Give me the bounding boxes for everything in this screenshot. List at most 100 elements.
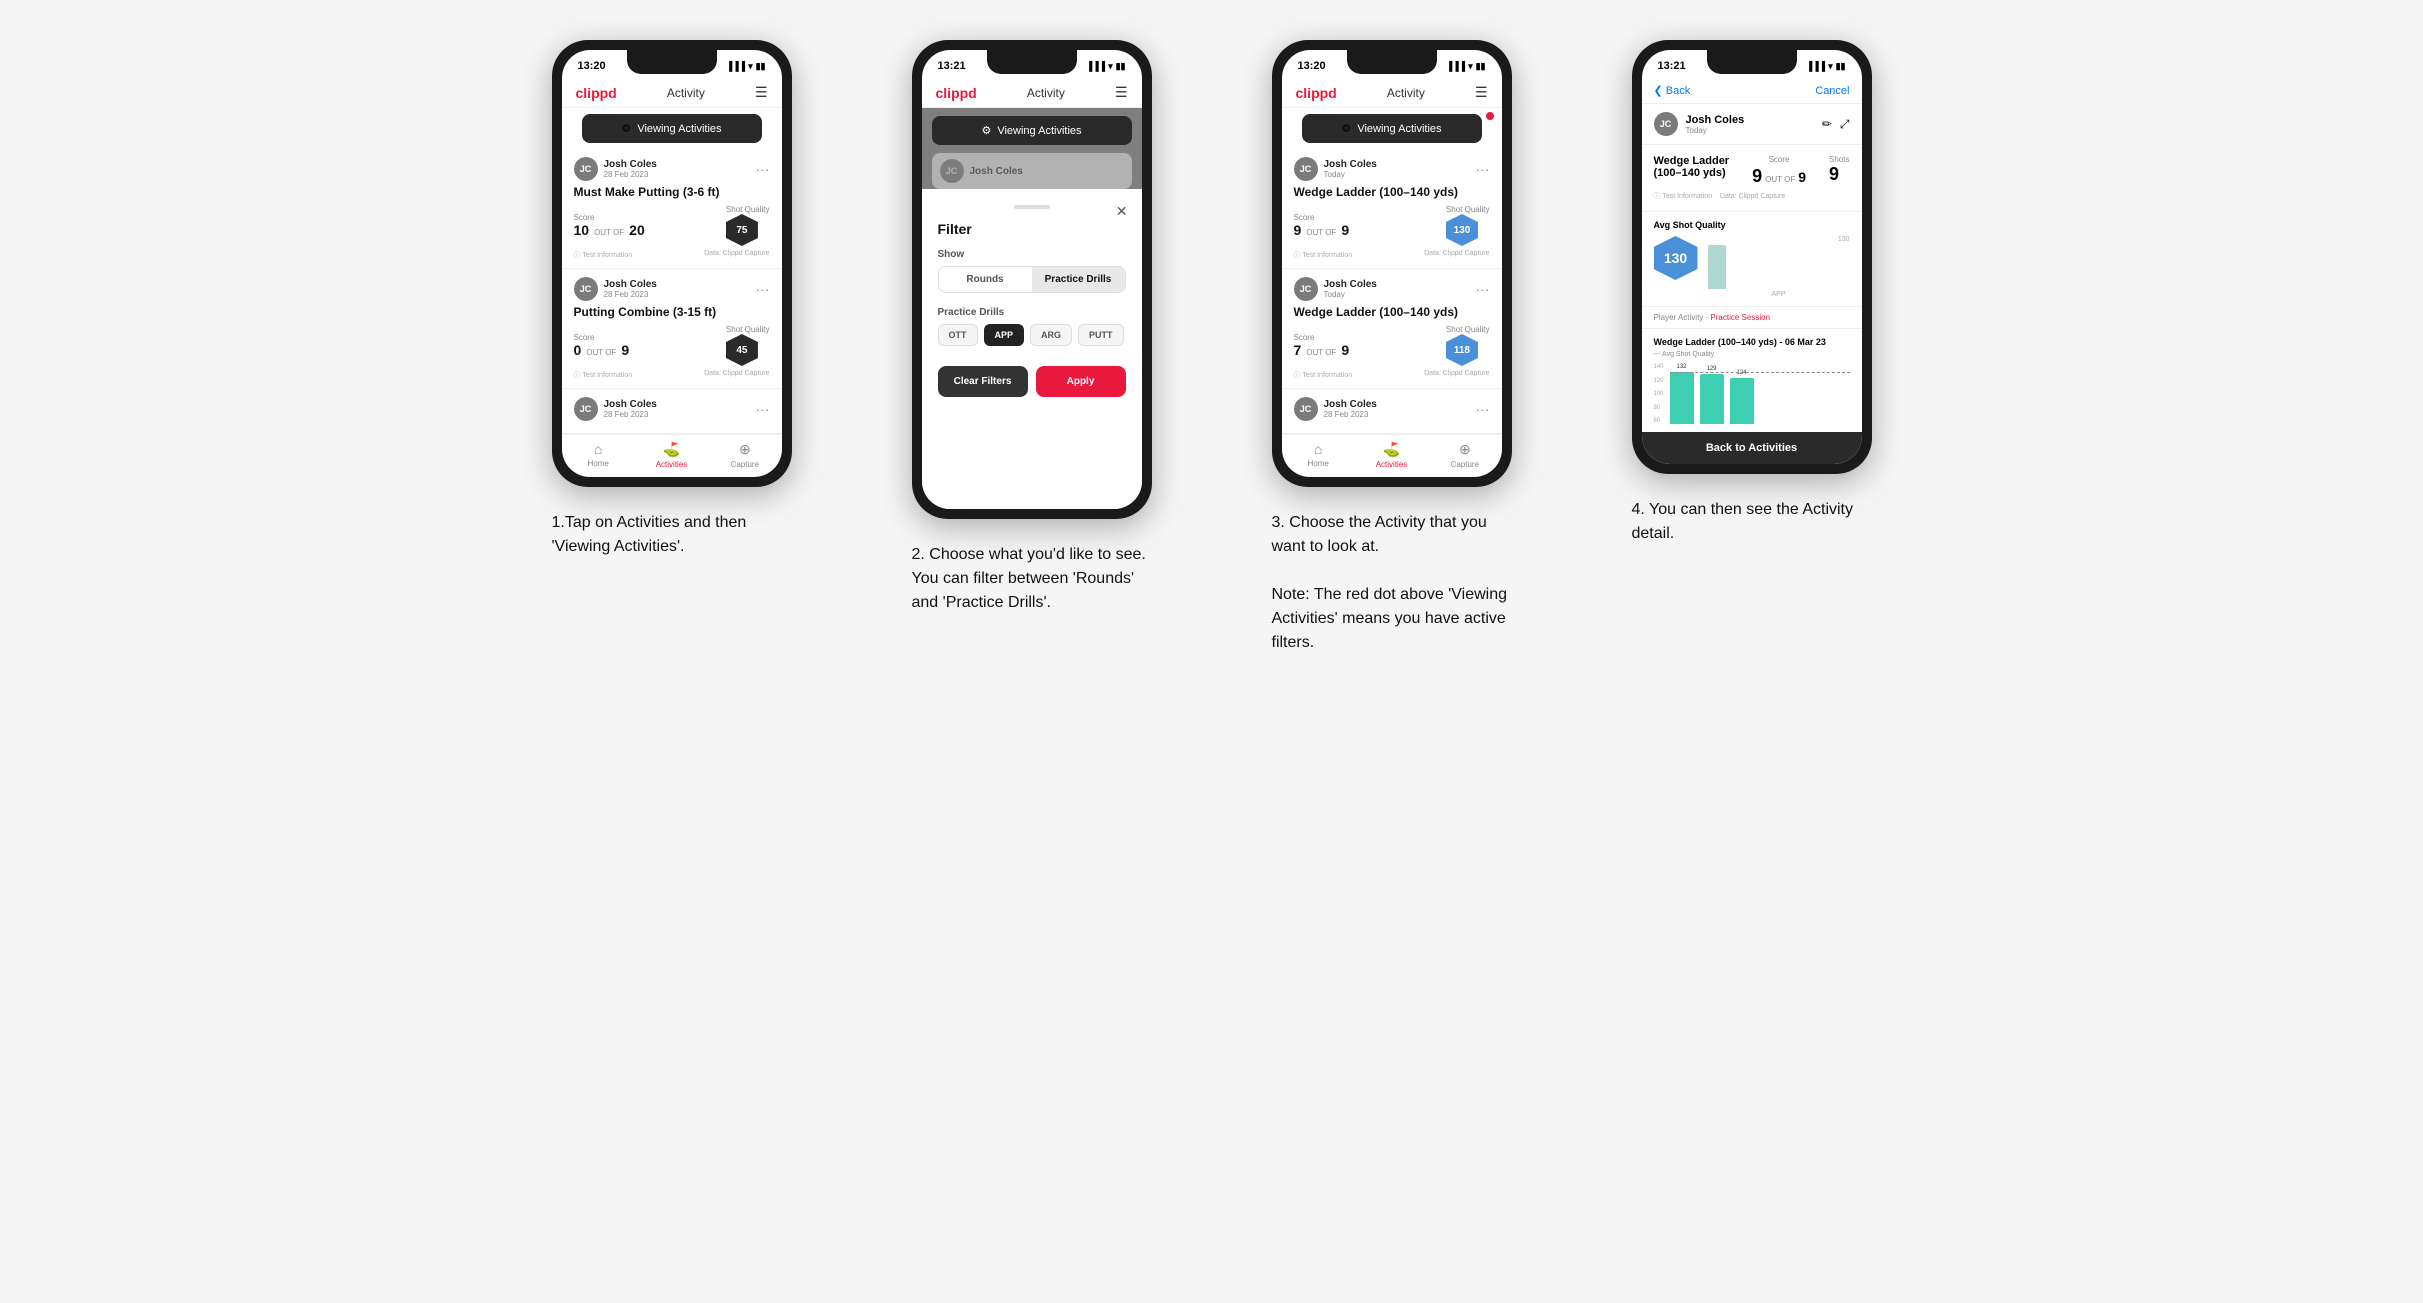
bar-group-1: 132 bbox=[1670, 364, 1694, 424]
caption-1: 1.Tap on Activities and then 'Viewing Ac… bbox=[552, 511, 792, 559]
user-name-1-2: Josh Coles bbox=[604, 279, 657, 290]
detail-shots-count: 9 bbox=[1829, 164, 1849, 185]
hamburger-menu-2[interactable]: ☰ bbox=[1115, 84, 1128, 101]
sq-label-1-2: Shot Quality bbox=[726, 325, 770, 334]
avg-shot-title: Avg Shot Quality bbox=[1654, 220, 1850, 230]
nav-activities-3[interactable]: ⛳ Activities bbox=[1355, 441, 1428, 469]
activity-card-3-3[interactable]: JC Josh Coles 28 Feb 2023 ··· bbox=[1282, 389, 1502, 434]
score-label-1-1: Score bbox=[574, 213, 645, 222]
avatar-1-1: JC bbox=[574, 157, 598, 181]
y-label-60: 60 bbox=[1654, 418, 1664, 424]
y-label-120: 120 bbox=[1654, 378, 1664, 384]
expand-icon[interactable]: ⤢ bbox=[1840, 117, 1850, 132]
bottom-nav-1: ⌂ Home ⛳ Activities ⊕ Capture bbox=[562, 434, 782, 477]
card-menu-1-1[interactable]: ··· bbox=[756, 161, 770, 177]
sq-hex-3-1: 130 bbox=[1446, 214, 1478, 246]
wifi-icon-3: ▾ bbox=[1468, 61, 1473, 72]
rounds-toggle[interactable]: Rounds bbox=[939, 267, 1032, 292]
y-label-140: 140 bbox=[1654, 364, 1664, 370]
y-label-100: 100 bbox=[1654, 391, 1664, 397]
phone-screen-1: 13:20 ▐▐▐ ▾ ▮▮ clippd Activity ☰ ⚙ Viewi… bbox=[562, 50, 782, 477]
edit-icon[interactable]: ✏ bbox=[1822, 117, 1832, 132]
card-menu-1-3[interactable]: ··· bbox=[756, 401, 770, 417]
nav-activities-label-3: Activities bbox=[1376, 460, 1408, 469]
hamburger-menu-3[interactable]: ☰ bbox=[1475, 84, 1488, 101]
info-right-1-1: Data: Clippd Capture bbox=[704, 250, 769, 260]
score-label-3-1: Score bbox=[1294, 213, 1350, 222]
activity-card-1-3[interactable]: JC Josh Coles 28 Feb 2023 ··· bbox=[562, 389, 782, 434]
avatar-2-bg: JC bbox=[940, 159, 964, 183]
avatar-3-3: JC bbox=[1294, 397, 1318, 421]
activity-card-1-2[interactable]: JC Josh Coles 28 Feb 2023 ··· Putting Co… bbox=[562, 269, 782, 389]
info-right-1-2: Data: Clippd Capture bbox=[704, 370, 769, 380]
detail-score-section: Wedge Ladder(100–140 yds) Score 9 OUT OF… bbox=[1642, 145, 1862, 212]
nav-home-3[interactable]: ⌂ Home bbox=[1282, 441, 1355, 469]
phone-frame-2: 13:21 ▐▐▐ ▾ ▮▮ clippd Activity ☰ ⚙ bbox=[912, 40, 1152, 519]
nav-capture-1[interactable]: ⊕ Capture bbox=[708, 441, 781, 469]
phone-notch-4 bbox=[1707, 50, 1797, 74]
back-button[interactable]: ❮ Back bbox=[1654, 84, 1691, 97]
viewing-activities-bar-3[interactable]: ⚙ Viewing Activities bbox=[1302, 114, 1482, 143]
drill-tag-putt[interactable]: PUTT bbox=[1078, 324, 1124, 346]
shots-value-3-1: 9 bbox=[1341, 222, 1349, 238]
hamburger-menu-1[interactable]: ☰ bbox=[755, 84, 768, 101]
phone-notch-2 bbox=[987, 50, 1077, 74]
page-container: 13:20 ▐▐▐ ▾ ▮▮ clippd Activity ☰ ⚙ Viewi… bbox=[512, 40, 1912, 655]
viewing-activities-label-1: Viewing Activities bbox=[637, 123, 721, 135]
filter-modal-title: Filter bbox=[938, 221, 1126, 237]
modal-close-button[interactable]: ✕ bbox=[1116, 203, 1128, 220]
viewing-activities-bar-1[interactable]: ⚙ Viewing Activities bbox=[582, 114, 762, 143]
status-icons-1: ▐▐▐ ▾ ▮▮ bbox=[726, 61, 766, 72]
drill-tag-ott[interactable]: OTT bbox=[938, 324, 978, 346]
detail-user-row: JC Josh Coles Today ✏ ⤢ bbox=[1642, 104, 1862, 145]
sq-label-3-2: Shot Quality bbox=[1446, 325, 1490, 334]
phone-frame-3: 13:20 ▐▐▐ ▾ ▮▮ clippd Activity ☰ ⚙ Viewi… bbox=[1272, 40, 1512, 487]
app-logo-1: clippd bbox=[576, 85, 617, 101]
avg-shot-hex: 130 bbox=[1654, 236, 1698, 280]
info-left-3-1: ⓘ Test Information bbox=[1294, 250, 1353, 260]
card-menu-1-2[interactable]: ··· bbox=[756, 281, 770, 297]
drill-tag-arg[interactable]: ARG bbox=[1030, 324, 1072, 346]
activity-name-1-2: Putting Combine (3-15 ft) bbox=[574, 305, 770, 319]
chart-section: Wedge Ladder (100–140 yds) - 06 Mar 23 -… bbox=[1642, 329, 1862, 432]
user-date-1-2: 28 Feb 2023 bbox=[604, 290, 657, 299]
phone-screen-2: 13:21 ▐▐▐ ▾ ▮▮ clippd Activity ☰ ⚙ bbox=[922, 50, 1142, 509]
apply-button[interactable]: Apply bbox=[1036, 366, 1126, 397]
activity-card-3-2[interactable]: JC Josh Coles Today ··· Wedge Ladder (10… bbox=[1282, 269, 1502, 389]
cancel-button[interactable]: Cancel bbox=[1815, 85, 1849, 97]
shots-value-1-1: 20 bbox=[629, 222, 645, 238]
app-header-title-2: Activity bbox=[1027, 86, 1065, 100]
signal-icon-3: ▐▐▐ bbox=[1446, 61, 1465, 71]
user-name-3-1: Josh Coles bbox=[1324, 159, 1377, 170]
card-menu-3-3[interactable]: ··· bbox=[1476, 401, 1490, 417]
nav-activities-1[interactable]: ⛳ Activities bbox=[635, 441, 708, 469]
phone-column-2: 13:21 ▐▐▐ ▾ ▮▮ clippd Activity ☰ ⚙ bbox=[872, 40, 1192, 655]
outof-1-1: OUT OF bbox=[594, 228, 624, 237]
caption-2: 2. Choose what you'd like to see. You ca… bbox=[912, 543, 1152, 615]
status-time-2: 13:21 bbox=[938, 60, 966, 72]
score-value-3-1: 9 bbox=[1294, 222, 1302, 238]
avg-bar-container bbox=[1708, 245, 1850, 289]
viewing-activities-bar-2[interactable]: ⚙ Viewing Activities bbox=[932, 116, 1132, 145]
practice-drills-toggle[interactable]: Practice Drills bbox=[1032, 267, 1125, 292]
viewing-activities-label-2: Viewing Activities bbox=[997, 125, 1081, 137]
signal-icon-4: ▐▐▐ bbox=[1806, 61, 1825, 71]
app-header-2: clippd Activity ☰ bbox=[922, 78, 1142, 108]
wifi-icon-4: ▾ bbox=[1828, 61, 1833, 72]
activity-card-1-1[interactable]: JC Josh Coles 28 Feb 2023 ··· Must Make … bbox=[562, 149, 782, 269]
drill-tag-app[interactable]: APP bbox=[984, 324, 1025, 346]
activity-card-3-1[interactable]: JC Josh Coles Today ··· Wedge Ladder (10… bbox=[1282, 149, 1502, 269]
avatar-3-1: JC bbox=[1294, 157, 1318, 181]
avg-chart: 130 APP bbox=[1708, 236, 1850, 298]
modal-handle bbox=[1014, 205, 1050, 209]
drill-tags-container: OTT APP ARG PUTT bbox=[938, 324, 1126, 346]
card-menu-3-2[interactable]: ··· bbox=[1476, 281, 1490, 297]
card-menu-3-1[interactable]: ··· bbox=[1476, 161, 1490, 177]
chart-title: Wedge Ladder (100–140 yds) - 06 Mar 23 bbox=[1654, 337, 1850, 347]
clear-filters-button[interactable]: Clear Filters bbox=[938, 366, 1028, 397]
back-to-activities-button[interactable]: Back to Activities bbox=[1642, 432, 1862, 464]
activity-name-3-1: Wedge Ladder (100–140 yds) bbox=[1294, 185, 1490, 199]
nav-home-1[interactable]: ⌂ Home bbox=[562, 441, 635, 469]
bar-group-2: 129 bbox=[1700, 366, 1724, 424]
nav-capture-3[interactable]: ⊕ Capture bbox=[1428, 441, 1501, 469]
